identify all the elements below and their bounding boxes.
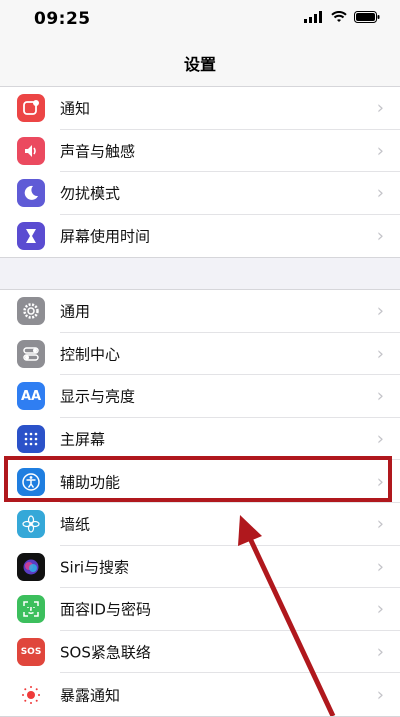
chevron-right-icon: › — [376, 684, 384, 706]
settings-row-label: 墙纸 — [60, 515, 91, 534]
chevron-right-icon: › — [376, 300, 384, 322]
accessibility-icon — [17, 467, 45, 496]
settings-row-label: 屏幕使用时间 — [60, 227, 151, 246]
settings-row-accessibility[interactable]: 辅助功能 › — [0, 460, 400, 503]
settings-row-display[interactable]: AA 显示与亮度 › — [0, 375, 400, 418]
nav-bar: 设置 — [0, 40, 400, 87]
settings-row-home-screen[interactable]: 主屏幕 › — [0, 418, 400, 461]
chevron-right-icon: › — [376, 140, 384, 162]
sounds-icon — [17, 136, 45, 165]
settings-row-do-not-disturb[interactable]: 勿扰模式 › — [0, 172, 400, 215]
gear-icon — [17, 297, 45, 326]
face-id-icon — [17, 595, 45, 624]
settings-row-label: SOS紧急联络 — [60, 643, 151, 662]
settings-row-control-center[interactable]: 控制中心 › — [0, 333, 400, 376]
settings-row-label: 辅助功能 — [60, 473, 121, 492]
home-screen-icon — [17, 425, 45, 454]
settings-row-label: 面容ID与密码 — [60, 600, 151, 619]
settings-row-sounds[interactable]: 声音与触感 › — [0, 130, 400, 173]
settings-row-label: Siri与搜索 — [60, 558, 130, 577]
settings-row-exposure-notifications[interactable]: 暴露通知 › — [0, 673, 400, 716]
page-title: 设置 — [183, 55, 216, 74]
chevron-right-icon: › — [376, 556, 384, 578]
sos-icon: SOS — [17, 638, 45, 667]
settings-row-label: 声音与触感 — [60, 142, 136, 161]
status-bar: 09:25 — [0, 0, 400, 40]
moon-icon — [17, 179, 45, 208]
wifi-icon — [331, 11, 347, 22]
settings-row-notifications[interactable]: 通知 › — [0, 87, 400, 130]
toggles-icon — [17, 339, 45, 368]
status-time: 09:25 — [34, 9, 91, 29]
hourglass-icon — [17, 222, 45, 251]
chevron-right-icon: › — [376, 471, 384, 493]
display-icon: AA — [17, 382, 45, 411]
settings-row-siri[interactable]: Siri与搜索 › — [0, 546, 400, 589]
settings-row-label: 暴露通知 — [60, 686, 121, 705]
settings-row-label: 主屏幕 — [60, 430, 106, 449]
status-icons — [304, 11, 380, 23]
chevron-right-icon: › — [376, 182, 384, 204]
settings-row-label: 通知 — [60, 99, 91, 118]
battery-icon — [354, 11, 380, 23]
chevron-right-icon: › — [376, 225, 384, 247]
settings-row-label: 显示与亮度 — [60, 387, 136, 406]
signal-icon — [304, 11, 322, 23]
settings-group-1: 通知 › 声音与触感 › 勿扰模式 › 屏幕使用时间 › — [0, 86, 400, 259]
settings-row-general[interactable]: 通用 › — [0, 290, 400, 333]
chevron-right-icon: › — [376, 428, 384, 450]
settings-row-face-id[interactable]: 面容ID与密码 › — [0, 588, 400, 631]
chevron-right-icon: › — [376, 641, 384, 663]
settings-row-screen-time[interactable]: 屏幕使用时间 › — [0, 215, 400, 258]
settings-row-label: 控制中心 — [60, 345, 121, 364]
settings-row-label: 勿扰模式 — [60, 184, 121, 203]
exposure-icon — [17, 680, 45, 709]
wallpaper-icon — [17, 510, 45, 539]
settings-group-2: 通用 › 控制中心 › AA 显示与亮度 › 主屏幕 › 辅助功能 › 墙纸 ›… — [0, 289, 400, 717]
settings-row-emergency-sos[interactable]: SOS SOS紧急联络 › — [0, 631, 400, 674]
settings-row-label: 通用 — [60, 302, 91, 321]
settings-row-wallpaper[interactable]: 墙纸 › — [0, 503, 400, 546]
siri-icon — [17, 552, 45, 581]
chevron-right-icon: › — [376, 598, 384, 620]
chevron-right-icon: › — [376, 97, 384, 119]
chevron-right-icon: › — [376, 385, 384, 407]
chevron-right-icon: › — [376, 343, 384, 365]
chevron-right-icon: › — [376, 513, 384, 535]
notifications-icon — [17, 94, 45, 123]
